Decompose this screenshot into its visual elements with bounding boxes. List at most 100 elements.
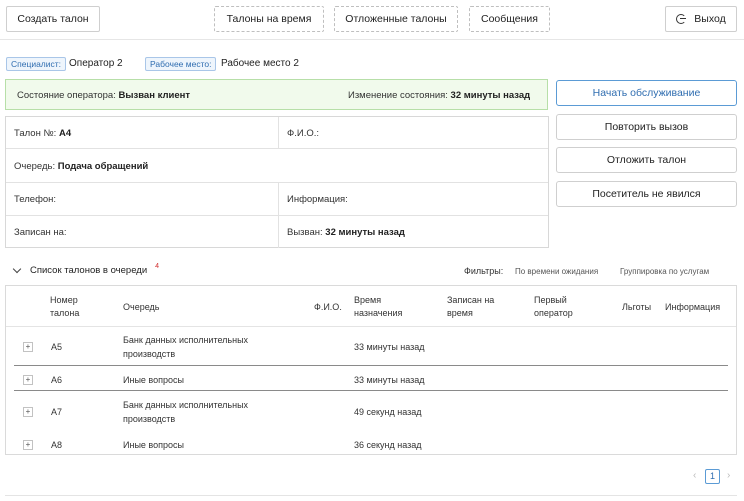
- start-service-button[interactable]: Начать обслуживание: [556, 80, 737, 106]
- row-assigned-time: 49 секунд назад: [354, 407, 422, 417]
- card-divider: [278, 117, 279, 149]
- repeat-call-label: Повторить вызов: [604, 121, 689, 133]
- exit-label: Выход: [694, 13, 726, 25]
- expand-row-icon[interactable]: +: [23, 440, 33, 450]
- row-number: А5: [51, 342, 63, 352]
- expand-row-icon[interactable]: +: [23, 342, 33, 352]
- column-header-text: Записан на: [447, 295, 495, 305]
- column-header-text: Первый: [534, 295, 567, 305]
- row-number: А6: [51, 375, 63, 385]
- booked-label: Записан на:: [14, 227, 67, 238]
- no-show-button[interactable]: Посетитель не явился: [556, 181, 737, 207]
- ticket-queue-value: Подача обращений: [57, 161, 149, 172]
- postpone-ticket-button[interactable]: Отложить талон: [556, 147, 737, 173]
- row-queue: Иные вопросы: [123, 438, 184, 452]
- messages-button[interactable]: Сообщения: [469, 6, 550, 32]
- pagination-page-current[interactable]: 1: [705, 469, 720, 484]
- row-assigned-time: 33 минуты назад: [354, 342, 425, 352]
- column-header-benefits[interactable]: Льготы: [622, 301, 651, 314]
- current-ticket-card: Талон №: А4 Ф.И.О.: Очередь: Подача обра…: [5, 116, 549, 248]
- fio-label: Ф.И.О.:: [287, 128, 319, 139]
- column-header-queue[interactable]: Очередь: [123, 301, 159, 314]
- row-queue: Иные вопросы: [123, 373, 184, 387]
- info-label: Информация:: [287, 194, 348, 205]
- logout-icon: [676, 14, 687, 24]
- filter-by-wait-time[interactable]: По времени ожидания: [515, 267, 598, 276]
- column-header-first-operator[interactable]: Первый оператор: [534, 294, 573, 320]
- called-value: 32 минуты назад: [325, 227, 405, 238]
- create-ticket-label: Создать талон: [17, 13, 89, 25]
- operator-state: Состояние оператора: Вызван клиент: [17, 90, 190, 101]
- row-divider: [14, 390, 728, 391]
- ticket-queue: Очередь: Подача обращений: [14, 161, 148, 172]
- state-change: Изменение состояния: 32 минуты назад: [348, 90, 530, 101]
- postpone-ticket-label: Отложить талон: [606, 154, 687, 166]
- column-header-booked[interactable]: Записан на время: [447, 294, 494, 320]
- column-header-number[interactable]: Номер талона: [50, 294, 79, 320]
- row-queue-line: производств: [123, 414, 176, 424]
- operator-state-label: Состояние оператора:: [17, 90, 116, 101]
- column-header-text: время: [447, 308, 473, 318]
- postponed-tickets-label: Отложенные талоны: [345, 13, 447, 25]
- phone-label: Телефон:: [14, 194, 57, 205]
- row-assigned-time: 36 секунд назад: [354, 440, 422, 450]
- ticket-number-label: Талон №:: [14, 128, 57, 139]
- called-label: Вызван:: [287, 227, 323, 238]
- filter-group-by-service[interactable]: Группировка по услугам: [620, 267, 709, 276]
- operator-state-value: Вызван клиент: [118, 90, 191, 101]
- workplace-value: Рабочее место 2: [221, 58, 299, 69]
- queue-count-badge: 4: [155, 262, 160, 270]
- column-header-text: назначения: [354, 308, 403, 318]
- postponed-tickets-button[interactable]: Отложенные талоны: [334, 6, 458, 32]
- specialist-tag: Специалист:: [6, 57, 67, 71]
- workplace-tag: Рабочее место:: [145, 57, 217, 71]
- state-change-label: Изменение состояния:: [348, 90, 448, 101]
- column-header-info[interactable]: Информация: [665, 301, 720, 314]
- card-row-ticket: [6, 117, 548, 149]
- no-show-label: Посетитель не явился: [592, 188, 701, 200]
- row-queue-line: Иные вопросы: [123, 375, 184, 385]
- filters-label: Фильтры:: [464, 266, 504, 276]
- exit-button[interactable]: Выход: [665, 6, 737, 32]
- header-divider: [6, 326, 736, 327]
- card-divider: [278, 183, 279, 248]
- top-toolbar: Создать талон Талоны на время Отложенные…: [0, 0, 744, 40]
- column-header-fio[interactable]: Ф.И.О.: [314, 301, 342, 314]
- timed-tickets-label: Талоны на время: [226, 13, 312, 25]
- start-service-label: Начать обслуживание: [592, 87, 701, 99]
- row-queue-line: Иные вопросы: [123, 440, 184, 450]
- column-header-text: Время: [354, 295, 382, 305]
- column-header-text: Номер: [50, 295, 78, 305]
- repeat-call-button[interactable]: Повторить вызов: [556, 114, 737, 140]
- queue-table: Номер талона Очередь Ф.И.О. Время назначен…: [5, 285, 737, 455]
- pagination-prev-icon[interactable]: ‹: [693, 470, 696, 481]
- expand-row-icon[interactable]: +: [23, 407, 33, 417]
- row-queue-line: Банк данных исполнительных: [123, 400, 249, 410]
- pagination-next-icon[interactable]: ›: [727, 470, 730, 481]
- expand-row-icon[interactable]: +: [23, 375, 33, 385]
- ticket-number-value: А4: [58, 128, 72, 139]
- row-queue: Банк данных исполнительных производств: [123, 398, 248, 426]
- create-ticket-button[interactable]: Создать талон: [6, 6, 100, 32]
- called: Вызван: 32 минуты назад: [287, 227, 405, 238]
- column-header-text: оператор: [534, 308, 573, 318]
- card-row-phone: [6, 183, 548, 216]
- column-header-text: талона: [50, 308, 80, 318]
- ticket-queue-label: Очередь:: [14, 161, 56, 172]
- row-queue: Банк данных исполнительных производств: [123, 333, 248, 361]
- queue-title: Список талонов в очереди: [30, 264, 148, 276]
- queue-collapse-toggle[interactable]: Список талонов в очереди 4: [12, 262, 160, 278]
- row-assigned-time: 33 минуты назад: [354, 375, 425, 385]
- chevron-down-icon: [12, 264, 22, 273]
- row-number: А8: [51, 440, 63, 450]
- row-number: А7: [51, 407, 63, 417]
- column-header-assigned-time[interactable]: Время назначения: [354, 294, 402, 320]
- timed-tickets-button[interactable]: Талоны на время: [214, 6, 324, 32]
- messages-label: Сообщения: [481, 13, 538, 25]
- specialist-value: Оператор 2: [69, 58, 123, 69]
- state-change-value: 32 минуты назад: [450, 90, 531, 101]
- operator-status-bar: Состояние оператора: Вызван клиент Измен…: [5, 79, 548, 110]
- ticket-number: Талон №: А4: [14, 128, 71, 139]
- row-divider: [14, 365, 728, 366]
- row-queue-line: Банк данных исполнительных: [123, 335, 249, 345]
